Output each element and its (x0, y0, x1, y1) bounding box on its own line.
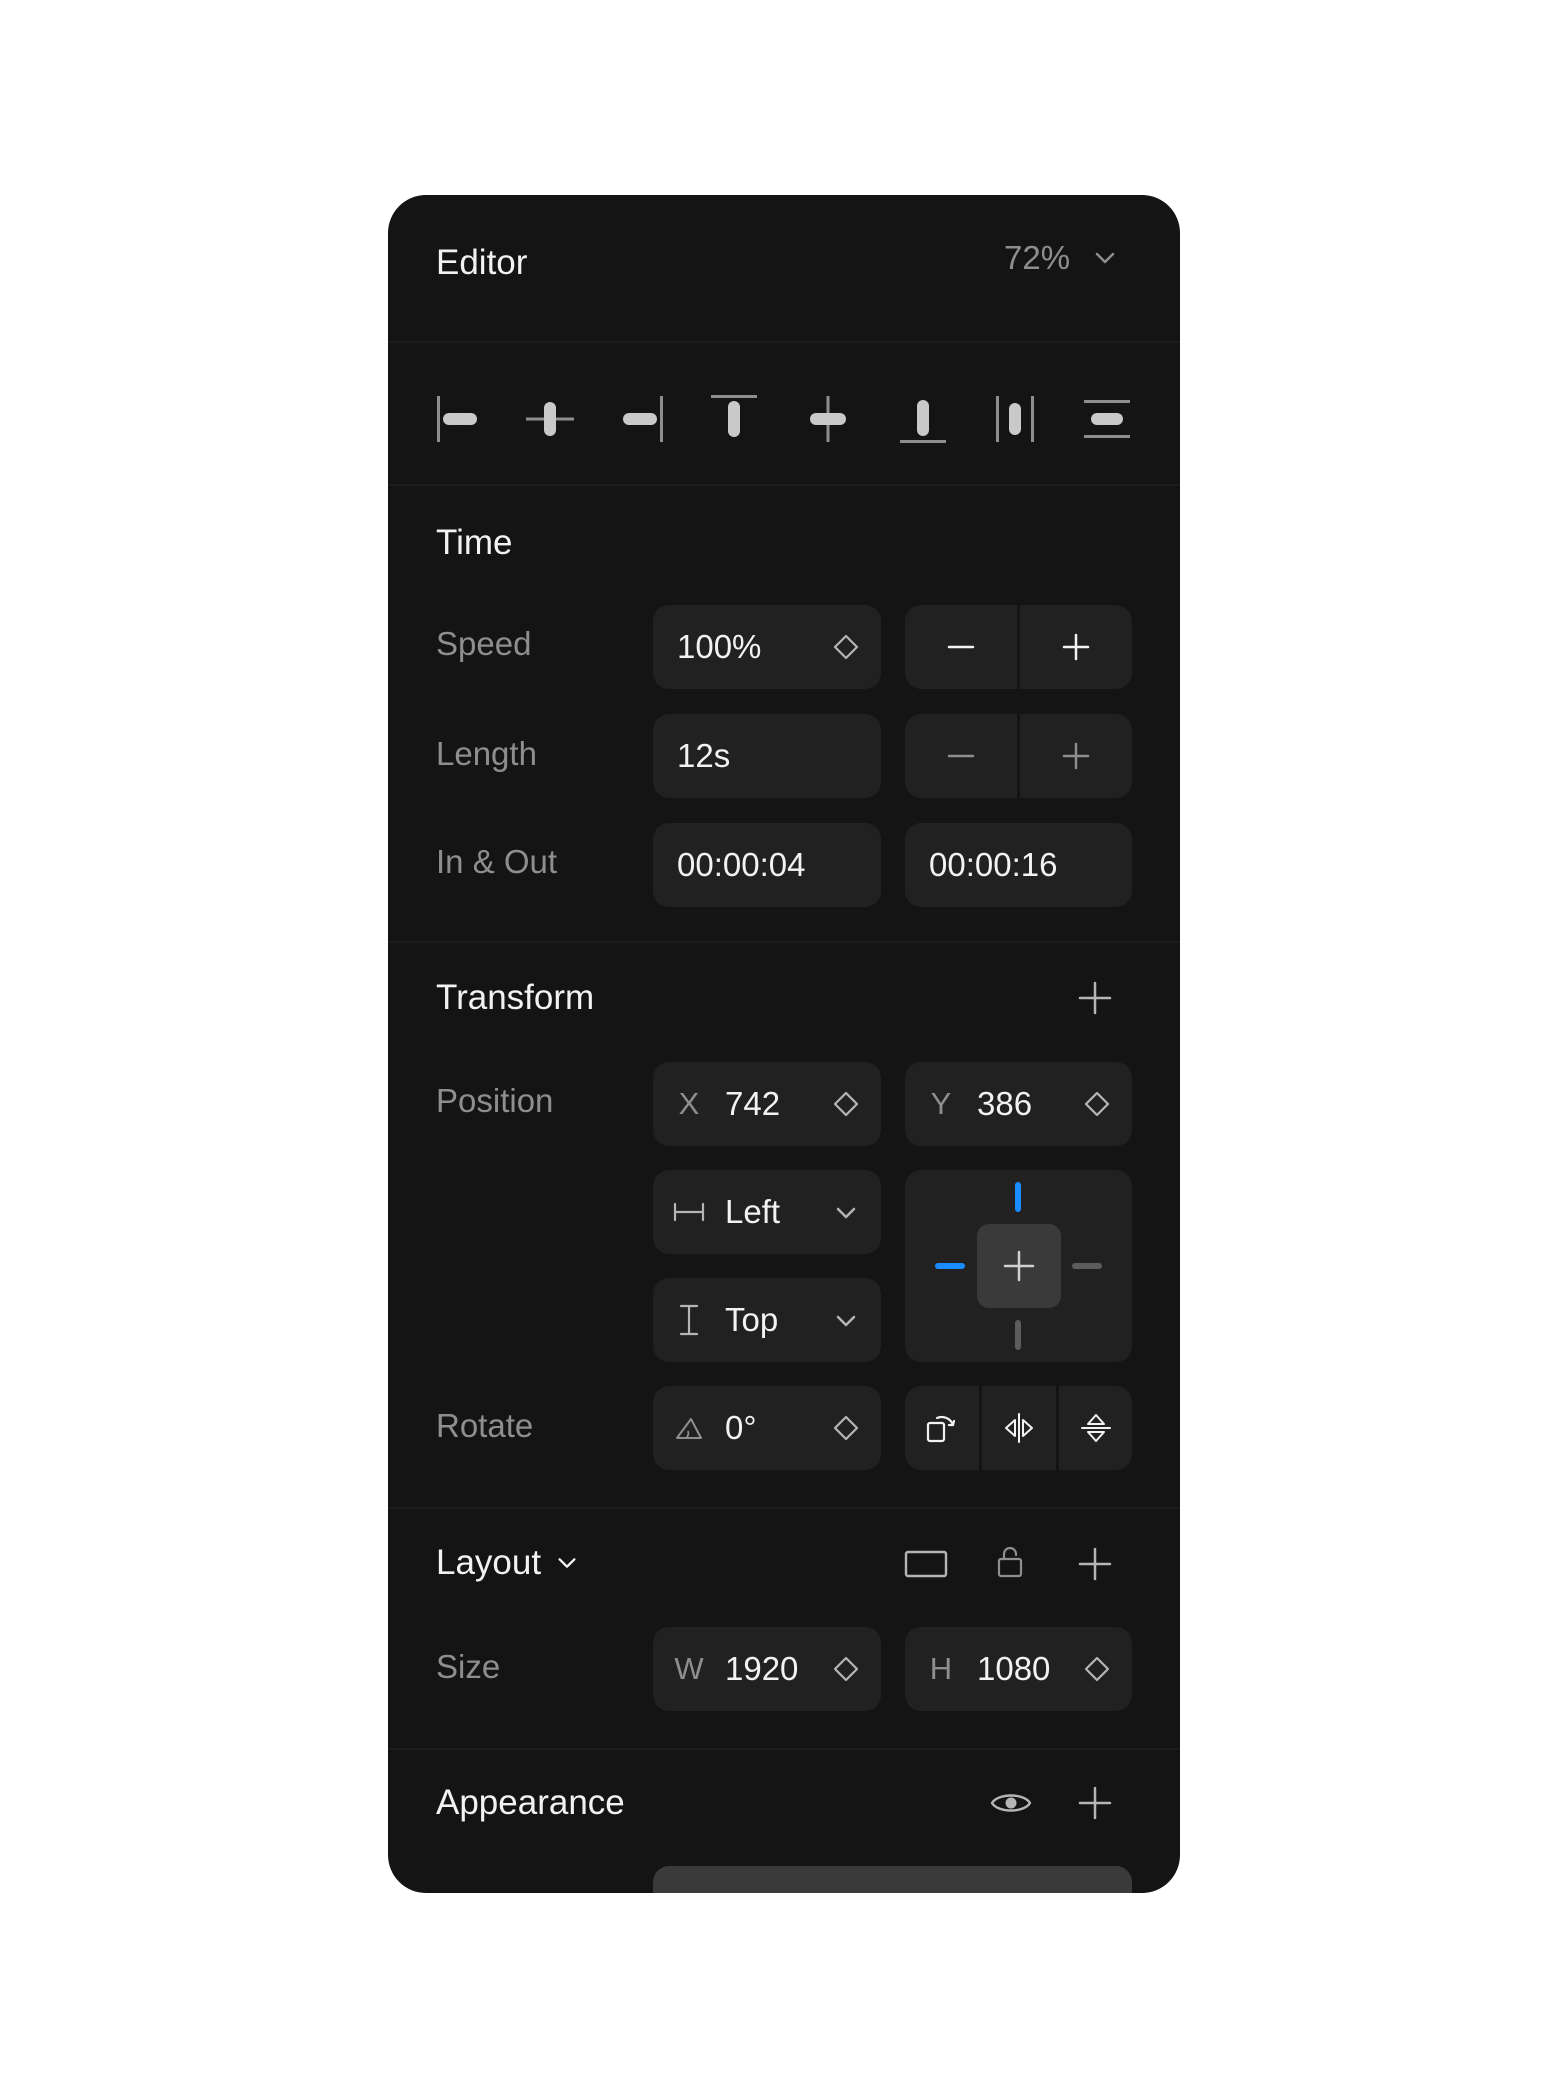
length-value: 12s (677, 737, 731, 774)
vertical-anchor-icon (679, 1304, 699, 1336)
right-constraint-handle[interactable] (1072, 1263, 1102, 1269)
vertical-anchor-value: Top (725, 1301, 779, 1338)
horizontal-anchor-value: Left (725, 1193, 781, 1230)
keyframe-diamond-icon[interactable] (1084, 1656, 1110, 1682)
layout-section-toggle[interactable]: Layout (436, 1543, 579, 1583)
in-point-value: 00:00:04 (677, 846, 806, 883)
position-y-input[interactable]: Y 386 (905, 1062, 1132, 1146)
height-value: 1080 (977, 1650, 1051, 1687)
divider (388, 1748, 1180, 1750)
zoom-dropdown[interactable]: 72% (1004, 239, 1118, 277)
position-label: Position (436, 1082, 554, 1119)
speed-stepper (905, 605, 1132, 689)
horizontal-anchor-select[interactable]: Left (653, 1170, 881, 1254)
keyframe-diamond-icon[interactable] (1084, 1091, 1110, 1117)
length-increment-button[interactable] (1020, 714, 1132, 798)
panel-title: Editor (436, 243, 528, 282)
align-horizontal-center-icon[interactable] (525, 394, 575, 444)
length-stepper (905, 714, 1132, 798)
position-y-value: 386 (977, 1085, 1033, 1122)
divider (388, 1507, 1180, 1509)
in-point-input[interactable]: 00:00:04 (653, 823, 881, 907)
plus-icon (1062, 633, 1090, 661)
chevron-down-icon (558, 1558, 576, 1568)
speed-label: Speed (436, 625, 532, 662)
in-out-label: In & Out (436, 843, 558, 880)
section-title-layout: Layout (436, 1543, 542, 1582)
length-label: Length (436, 735, 537, 772)
anchor-center-button[interactable] (977, 1224, 1061, 1308)
lock-icon[interactable] (996, 1544, 1024, 1578)
keyframe-diamond-icon[interactable] (833, 634, 859, 660)
divider (388, 941, 1180, 943)
flip-vertical-button[interactable] (1059, 1386, 1132, 1470)
divider (388, 484, 1180, 486)
rotate-label: Rotate (436, 1407, 534, 1444)
size-label: Size (436, 1648, 501, 1685)
rotate-90-button[interactable] (905, 1386, 979, 1470)
keyframe-diamond-icon[interactable] (833, 1656, 859, 1682)
distribute-vertical-icon[interactable] (1082, 394, 1132, 444)
keyframe-diamond-icon[interactable] (833, 1415, 859, 1441)
anchor-constraint-widget (905, 1170, 1132, 1362)
rotate-value: 0° (725, 1409, 757, 1446)
horizontal-anchor-icon (673, 1202, 705, 1222)
length-decrement-button[interactable] (905, 714, 1017, 798)
editor-panel: Editor 72% Time Speed 100% Length 12s In… (388, 195, 1180, 1893)
align-left-icon[interactable] (436, 394, 480, 444)
align-bottom-icon[interactable] (898, 394, 948, 444)
rotate-icon (926, 1415, 956, 1443)
rotate-input[interactable]: 0° (653, 1386, 881, 1470)
width-value: 1920 (725, 1650, 799, 1687)
section-title-transform: Transform (436, 978, 595, 1017)
minus-icon (947, 754, 975, 758)
chevron-down-icon (1095, 252, 1115, 264)
rotate-actions (905, 1386, 1132, 1470)
bottom-constraint-handle[interactable] (1015, 1320, 1021, 1350)
out-point-input[interactable]: 00:00:16 (905, 823, 1132, 907)
length-input[interactable]: 12s (653, 714, 881, 798)
speed-increment-button[interactable] (1020, 605, 1132, 689)
appearance-fill-row[interactable] (653, 1866, 1132, 1893)
add-transform-plus-icon[interactable] (1078, 981, 1112, 1015)
chevron-down-icon (836, 1315, 856, 1327)
align-toolbar (436, 388, 1132, 450)
angle-icon (676, 1418, 702, 1439)
chevron-down-icon (836, 1207, 856, 1219)
add-layout-plus-icon[interactable] (1078, 1547, 1112, 1581)
section-title-time: Time (436, 523, 513, 562)
frame-rectangle-icon[interactable] (904, 1550, 948, 1578)
speed-decrement-button[interactable] (905, 605, 1017, 689)
speed-input[interactable]: 100% (653, 605, 881, 689)
align-vertical-center-icon[interactable] (803, 394, 853, 444)
plus-icon (1062, 742, 1090, 770)
align-top-icon[interactable] (709, 394, 759, 444)
plus-icon (1003, 1250, 1035, 1282)
eye-icon[interactable] (990, 1789, 1032, 1817)
h-prefix: H (929, 1651, 953, 1686)
divider (388, 341, 1180, 343)
minus-icon (947, 645, 975, 649)
align-right-icon[interactable] (620, 394, 664, 444)
flip-horizontal-icon (1005, 1413, 1033, 1443)
height-input[interactable]: H 1080 (905, 1627, 1132, 1711)
zoom-value: 72% (1004, 239, 1071, 276)
out-point-value: 00:00:16 (929, 846, 1058, 883)
section-title-appearance: Appearance (436, 1783, 625, 1822)
position-x-input[interactable]: X 742 (653, 1062, 881, 1146)
y-prefix: Y (930, 1086, 952, 1121)
width-input[interactable]: W 1920 (653, 1627, 881, 1711)
keyframe-diamond-icon[interactable] (833, 1091, 859, 1117)
w-prefix: W (674, 1651, 704, 1686)
x-prefix: X (678, 1086, 700, 1121)
speed-value: 100% (677, 628, 762, 665)
distribute-horizontal-icon[interactable] (993, 394, 1037, 444)
add-appearance-plus-icon[interactable] (1078, 1786, 1112, 1820)
flip-vertical-icon (1080, 1414, 1111, 1442)
top-constraint-handle[interactable] (1015, 1182, 1021, 1212)
flip-horizontal-button[interactable] (982, 1386, 1056, 1470)
vertical-anchor-select[interactable]: Top (653, 1278, 881, 1362)
left-constraint-handle[interactable] (935, 1263, 965, 1269)
position-x-value: 742 (725, 1085, 781, 1122)
